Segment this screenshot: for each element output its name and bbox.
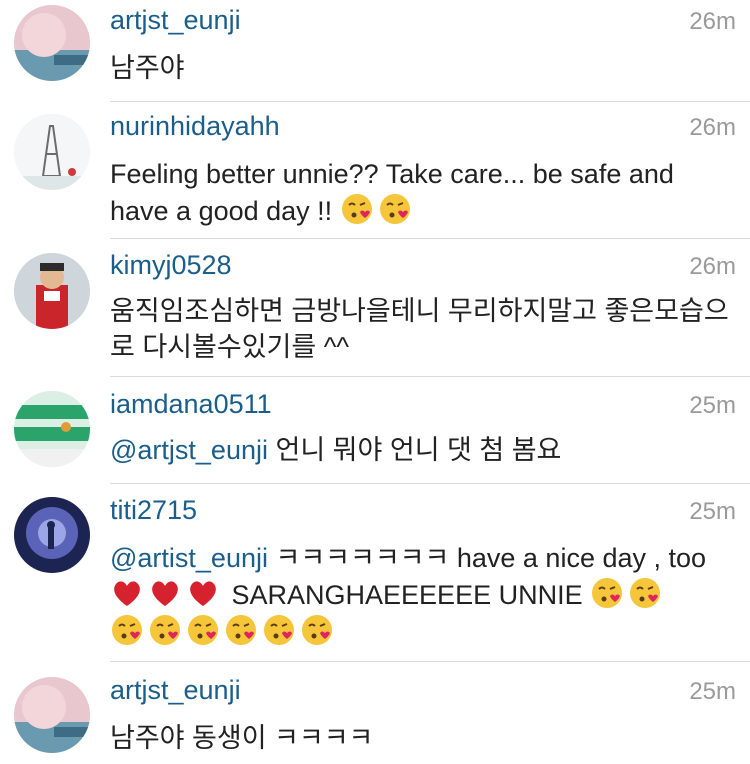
comment-username[interactable]: iamdana0511 — [110, 388, 272, 420]
comment-item: iamdana0511 25m @artjst_eunji 언니 뭐야 언니 댓… — [0, 377, 750, 483]
comment-item: artjst_eunji 26m 남주야 — [0, 0, 750, 102]
comment-text-content: 언니 뭐야 언니 댓 첨 봄요 — [267, 435, 562, 465]
comment-text: 움직임조심하면 금방나을테니 무리하지말고 좋은모습으 로 다시볼수있기를 ^^ — [110, 293, 730, 365]
kissing-face-emoji-icon — [110, 613, 144, 647]
red-heart-emoji-icon — [186, 576, 220, 610]
avatar[interactable] — [14, 114, 90, 190]
comment-item: kimyj0528 26m 움직임조심하면 금방나을테니 무리하지말고 좋은모습… — [0, 239, 750, 377]
kissing-face-emoji-icon — [262, 613, 296, 647]
comment-time: 25m — [689, 392, 736, 419]
comment-item: artjst_eunji 25m 남주야 동생이 ㅋㅋㅋㅋ — [0, 662, 750, 764]
comment-text-content: ㅋㅋㅋㅋㅋㅋㅋ have a nice day , too — [267, 543, 707, 573]
comment-item: titi2715 25m @artist_eunji ㅋㅋㅋㅋㅋㅋㅋ have … — [0, 484, 750, 662]
red-heart-emoji-icon — [110, 576, 144, 610]
avatar[interactable] — [14, 677, 90, 753]
comment-text-line: @artist_eunji ㅋㅋㅋㅋㅋㅋㅋ have a nice day , … — [110, 540, 730, 576]
comment-username[interactable]: nurinhidayahh — [110, 110, 280, 142]
comment-username[interactable]: kimyj0528 — [110, 249, 232, 281]
kissing-face-emoji-icon — [590, 576, 624, 610]
comment-time: 25m — [689, 678, 736, 705]
comment-text-line: 로 다시볼수있기를 ^^ — [110, 332, 350, 362]
kissing-face-emoji-icon — [186, 613, 220, 647]
comment-item: nurinhidayahh 26m Feeling better unnie??… — [0, 102, 750, 238]
mention-link[interactable]: @artjst_eunji — [110, 435, 268, 465]
comment-text-content: SARANGHAEEEEEE UNNIE — [224, 580, 583, 610]
comment-time: 25m — [689, 498, 736, 525]
kissing-face-emoji-icon — [378, 192, 412, 226]
comment-text-line: SARANGHAEEEEEE UNNIE — [110, 576, 730, 613]
comment-username[interactable]: artjst_eunji — [110, 674, 241, 706]
comment-username[interactable]: artjst_eunji — [110, 4, 241, 36]
comment-time: 26m — [689, 114, 736, 141]
kissing-face-emoji-icon — [224, 613, 258, 647]
comment-text: 남주야 동생이 ㅋㅋㅋㅋ — [110, 723, 374, 753]
comment-text-line: 움직임조심하면 금방나을테니 무리하지말고 좋은모습으 — [110, 296, 729, 326]
comment-text: 남주야 — [110, 53, 185, 83]
mention-link[interactable]: @artist_eunji — [110, 543, 268, 573]
avatar[interactable] — [14, 497, 90, 573]
red-heart-emoji-icon — [148, 576, 182, 610]
comment-text: @artist_eunji ㅋㅋㅋㅋㅋㅋㅋ have a nice day , … — [110, 540, 730, 650]
kissing-face-emoji-icon — [340, 192, 374, 226]
kissing-face-emoji-icon — [300, 613, 334, 647]
avatar[interactable] — [14, 5, 90, 81]
comment-username[interactable]: titi2715 — [110, 494, 197, 526]
kissing-face-emoji-icon — [148, 613, 182, 647]
kissing-face-emoji-icon — [628, 576, 662, 610]
comment-text: Feeling better unnie?? Take care... be s… — [110, 156, 730, 229]
comment-time: 26m — [689, 253, 736, 280]
emoji-row — [110, 613, 730, 650]
comment-time: 26m — [689, 8, 736, 35]
avatar[interactable] — [14, 391, 90, 467]
avatar[interactable] — [14, 253, 90, 329]
comment-text: @artjst_eunji 언니 뭐야 언니 댓 첨 봄요 — [110, 432, 730, 468]
